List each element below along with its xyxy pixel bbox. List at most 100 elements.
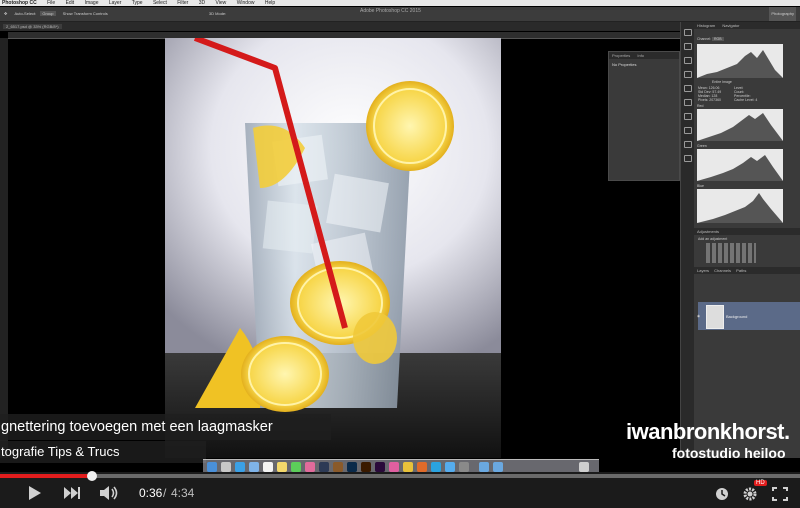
mail-icon[interactable] [249,462,259,472]
paragraph-icon[interactable] [684,99,692,106]
lemonade-glass-image [165,38,501,458]
menu-3d[interactable]: 3D [199,0,205,6]
skype-icon[interactable] [431,462,441,472]
layers-panel-header: Layers Channels Paths [694,267,800,274]
chrome-icon[interactable] [403,462,413,472]
time-total: 4:34 [171,486,195,500]
histogram-stat-pixels: Pixels: 207360 [698,98,721,102]
adjustments-subtitle: Add an adjustment [698,237,728,241]
menu-view[interactable]: View [216,0,227,6]
settings-gear-icon[interactable] [742,486,758,502]
tab-info[interactable]: Info [637,53,644,58]
downloads-folder-icon[interactable] [493,462,503,472]
info-icon[interactable] [684,127,692,134]
no-properties-text: No Properties [612,62,637,67]
properties-panel-header: Properties Info [609,52,679,59]
red-channel-label: Red [697,104,704,108]
transform-controls-checkbox[interactable]: Show Transform Controls [63,11,108,16]
volume-icon[interactable] [100,486,120,500]
lightroom-icon[interactable] [319,462,329,472]
trash-icon[interactable] [579,462,589,472]
finder-icon[interactable] [207,462,217,472]
rgb-histogram [697,44,783,78]
visibility-eye-icon[interactable]: ◉ [697,314,700,318]
progress-scrubber[interactable] [87,471,97,481]
twitter-icon[interactable] [445,462,455,472]
blue-histogram [697,189,783,223]
photos-icon[interactable] [305,462,315,472]
adjustments-panel-header: Adjustments [694,228,800,235]
safari-icon[interactable] [235,462,245,472]
progress-bar[interactable] [0,474,800,478]
brush-icon[interactable] [684,71,692,78]
brand-watermark: iwanbronkhorst. [626,419,790,444]
tab-properties[interactable]: Properties [612,53,630,58]
green-histogram [697,149,783,181]
photoshop-icon[interactable] [347,462,357,472]
histogram-stat-cache: Cache Level: 4 [734,98,758,102]
messages-icon[interactable] [291,462,301,472]
workspace-switcher[interactable]: Photography [769,7,796,21]
progress-bar-played [0,474,92,478]
next-icon[interactable] [64,487,80,499]
move-tool-icon[interactable]: ✥ [4,11,7,16]
swatches-icon[interactable] [684,57,692,64]
properties-panel: Properties Info No Properties [608,51,680,181]
illustrator-icon[interactable] [361,462,371,472]
notes-icon[interactable] [277,462,287,472]
blue-channel-label: Blue [697,184,705,188]
character-icon[interactable] [684,85,692,92]
watch-later-icon[interactable] [715,487,729,501]
tab-histogram[interactable]: Histogram [697,23,715,28]
settings-app-icon[interactable] [459,462,469,472]
window-title: Adobe Photoshop CC 2015 [360,8,421,14]
folder-icon[interactable] [479,462,489,472]
auto-select-label[interactable]: Auto-Select: [14,11,36,16]
adjustment-icon-grid[interactable] [706,243,756,263]
mode-3d-label: 3D Mode: [208,11,227,16]
tab-navigator[interactable]: Navigator [722,23,739,28]
time-separator: / [163,486,167,500]
channel-select[interactable]: RGB [712,37,724,41]
brand-subtitle: fotostudio heiloo [672,445,786,461]
launchpad-icon[interactable] [221,462,231,472]
menu-select[interactable]: Select [153,0,167,6]
red-histogram [697,109,783,141]
firefox-icon[interactable] [417,462,427,472]
tab-layers[interactable]: Layers [697,268,709,273]
tab-paths[interactable]: Paths [736,268,746,273]
tab-channels[interactable]: Channels [714,268,731,273]
document-tab[interactable]: 2_6517.psd @ 33% (RGB/8*) [3,24,62,29]
menu-app[interactable]: Photoshop CC [2,0,37,6]
green-channel-label: Green [697,144,707,148]
menu-edit[interactable]: Edit [66,0,75,6]
clone-source-icon[interactable] [684,141,692,148]
video-caption-series: tografie Tips & Trucs [0,441,206,463]
menu-layer[interactable]: Layer [109,0,122,6]
premiere-icon[interactable] [375,462,385,472]
fullscreen-icon[interactable] [772,487,788,501]
panel-icon-dock [680,22,695,458]
timeline-icon[interactable] [684,155,692,162]
tools-panel [0,38,8,458]
menu-help[interactable]: Help [265,0,275,6]
layer-select-dropdown[interactable]: Group [40,11,56,16]
menu-filter[interactable]: Filter [177,0,188,6]
play-icon[interactable] [28,485,42,501]
channel-label: Channel: [697,37,712,41]
video-caption-title: gnettering toevoegen met een laagmasker [0,414,331,440]
actions-icon[interactable] [684,43,692,50]
menu-image[interactable]: Image [85,0,99,6]
styles-icon[interactable] [684,113,692,120]
history-icon[interactable] [684,29,692,36]
menu-window[interactable]: Window [237,0,255,6]
itunes-icon[interactable] [389,462,399,472]
photo-canvas[interactable] [165,38,501,458]
time-current: 0:36 [139,486,163,500]
mac-menu-bar: Photoshop CC File Edit Image Layer Type … [0,0,800,6]
calendar-icon[interactable] [263,462,273,472]
bridge-icon[interactable] [333,462,343,472]
layer-thumbnail [706,305,724,329]
menu-file[interactable]: File [47,0,55,6]
menu-type[interactable]: Type [132,0,143,6]
